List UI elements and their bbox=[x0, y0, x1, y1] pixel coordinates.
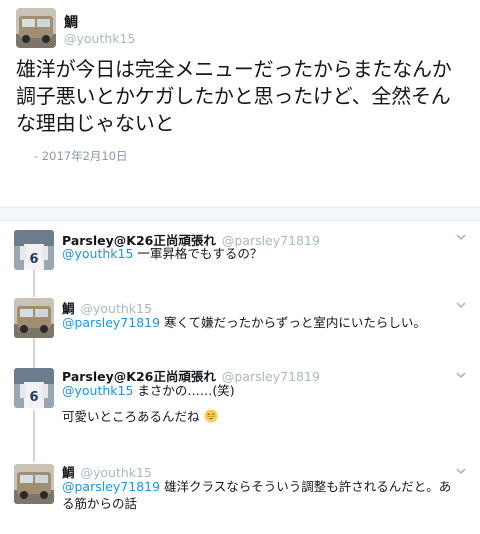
reply-tweet[interactable]: 6 Parsley@K26正尚頑張れ @parsley71819 @youthk… bbox=[0, 228, 480, 288]
jersey-number: 6 bbox=[29, 390, 38, 405]
chevron-down-icon[interactable] bbox=[455, 369, 467, 381]
reply-avatar[interactable] bbox=[14, 298, 54, 338]
reply-message: まさかの……(笑) bbox=[133, 383, 235, 398]
author-name[interactable]: 鯛 bbox=[64, 12, 78, 32]
reply-mention[interactable]: @parsley71819 bbox=[62, 315, 160, 330]
reply-text: @parsley71819 雄洋クラスならそういう調整も許されるんだと。ある筋か… bbox=[62, 478, 457, 512]
tweet-date[interactable]: - 2017年2月10日 bbox=[34, 148, 128, 164]
reply-tweet[interactable]: 鯛 @youthk15 @parsley71819 寒くて嫌だったからずっと室内… bbox=[0, 296, 480, 356]
reply-tweet[interactable]: 鯛 @youthk15 @parsley71819 雄洋クラスならそういう調整も… bbox=[0, 462, 480, 534]
author-avatar[interactable] bbox=[16, 8, 56, 48]
reply-avatar[interactable]: 6 bbox=[14, 368, 54, 408]
tweet-text: 雄洋が今日は完全メニューだったからまたなんか調子悪いとかケガしたかと思ったけど、… bbox=[16, 57, 452, 135]
reply-message: 一軍昇格でもするの？ bbox=[133, 246, 263, 261]
grinning-face-icon bbox=[204, 409, 217, 423]
reply-mention[interactable]: @youthk15 bbox=[62, 246, 133, 261]
reply-avatar[interactable]: 6 bbox=[14, 230, 54, 270]
reply-text: @youthk15 まさかの……(笑) bbox=[62, 382, 462, 399]
reply-tweet[interactable]: 6 Parsley@K26正尚頑張れ @parsley71819 @youthk… bbox=[0, 366, 480, 456]
reply-mention[interactable]: @parsley71819 bbox=[62, 479, 160, 494]
car-photo-icon bbox=[14, 464, 54, 504]
main-tweet: 鯛 @youthk15 雄洋が今日は完全メニューだったからまたなんか調子悪いとか… bbox=[0, 0, 480, 180]
reply-text: @youthk15 一軍昇格でもするの？ bbox=[62, 245, 462, 262]
author-handle[interactable]: @youthk15 bbox=[64, 31, 135, 46]
chevron-down-icon[interactable] bbox=[455, 299, 467, 311]
reply-message: 寒くて嫌だったからずっと室内にいたらしい。 bbox=[160, 315, 426, 330]
car-photo-icon bbox=[14, 298, 54, 338]
reply-text-line-2: 可愛いところあるんだね bbox=[62, 408, 462, 425]
jersey-number: 6 bbox=[29, 252, 38, 267]
chevron-down-icon[interactable] bbox=[455, 231, 467, 243]
chevron-down-icon[interactable] bbox=[455, 465, 467, 477]
reply-text: @parsley71819 寒くて嫌だったからずっと室内にいたらしい。 bbox=[62, 314, 462, 331]
jersey-photo-icon: 6 bbox=[14, 368, 54, 408]
reply-avatar[interactable] bbox=[14, 464, 54, 504]
section-divider bbox=[0, 207, 480, 221]
jersey-photo-icon: 6 bbox=[14, 230, 54, 270]
car-photo-icon bbox=[16, 8, 56, 48]
reply-mention[interactable]: @youthk15 bbox=[62, 383, 133, 398]
reply-message-extra: 可愛いところあるんだね bbox=[62, 409, 200, 424]
